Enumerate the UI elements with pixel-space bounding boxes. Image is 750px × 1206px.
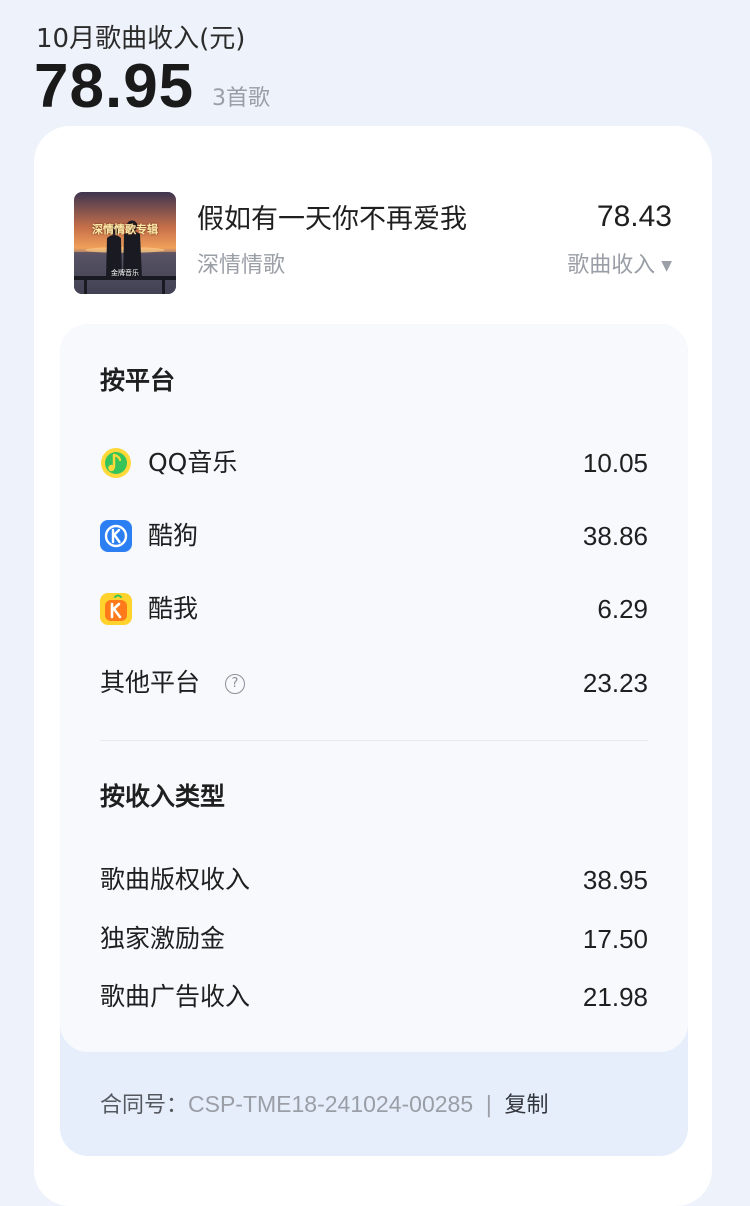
income-type-dropdown[interactable]: 歌曲收入 ▼ <box>567 251 672 281</box>
income-detail-panel: 按平台 QQ音乐 10.05 酷狗 38.86 酷我 6.29 其他平台 ? 2… <box>60 324 688 1156</box>
platform-value: 23.23 <box>582 668 648 698</box>
contract-separator: | <box>485 1093 493 1118</box>
by-platform-heading: 按平台 <box>100 366 176 395</box>
album-cover-subtitle: 金牌音乐 <box>111 269 139 277</box>
qq-music-icon <box>101 448 131 478</box>
contract-info: 合同号：CSP-TME18-241024-00285 | 复制 <box>100 1088 549 1122</box>
income-type-row: 歌曲版权收入 38.95 <box>100 860 648 900</box>
platform-value: 6.29 <box>597 594 648 624</box>
income-type-name: 歌曲版权收入 <box>100 865 251 894</box>
platform-row-other: 其他平台 ? 23.23 <box>100 663 648 703</box>
income-type-row: 独家激励金 17.50 <box>100 919 648 959</box>
dropdown-label: 歌曲收入 <box>567 253 656 278</box>
help-circle-icon[interactable]: ? <box>225 674 245 694</box>
income-period-title: 10月歌曲收入(元) <box>36 24 246 54</box>
income-type-value: 17.50 <box>582 924 648 954</box>
song-count: 3首歌 <box>212 86 270 111</box>
album-cover[interactable]: 深情情歌专辑 金牌音乐 <box>74 192 176 294</box>
income-type-row: 歌曲广告收入 21.98 <box>100 977 648 1017</box>
income-type-value: 38.95 <box>582 865 648 895</box>
platform-name: 酷狗 <box>148 521 199 550</box>
section-divider <box>100 740 648 741</box>
income-type-name: 歌曲广告收入 <box>100 982 251 1011</box>
platform-row-kugou: 酷狗 38.86 <box>100 516 648 556</box>
income-type-value: 21.98 <box>582 982 648 1012</box>
by-income-type-heading: 按收入类型 <box>100 782 226 811</box>
platform-value: 10.05 <box>582 448 648 478</box>
kugou-icon <box>100 520 132 552</box>
platform-value: 38.86 <box>582 521 648 551</box>
caret-down-icon: ▼ <box>661 258 672 274</box>
platform-name: 酷我 <box>148 594 199 623</box>
kuwo-icon <box>100 593 132 625</box>
income-type-name: 独家激励金 <box>100 924 226 953</box>
platform-name: QQ音乐 <box>148 448 238 477</box>
platform-name: 其他平台 <box>100 668 201 697</box>
song-income-amount: 78.43 <box>596 200 672 233</box>
contract-number: CSP-TME18-241024-00285 <box>188 1091 474 1117</box>
album-cover-image <box>74 192 176 294</box>
album-name: 深情情歌 <box>197 253 286 278</box>
platform-row-qq-music: QQ音乐 10.05 <box>100 443 648 483</box>
song-income-card: 深情情歌专辑 金牌音乐 假如有一天你不再爱我 深情情歌 78.43 歌曲收入 ▼ … <box>34 126 712 1206</box>
copy-button[interactable]: 复制 <box>505 1093 549 1118</box>
contract-label: 合同号： <box>100 1093 189 1118</box>
income-breakdown: 按平台 QQ音乐 10.05 酷狗 38.86 酷我 6.29 其他平台 ? 2… <box>60 324 688 1052</box>
platform-row-kuwo: 酷我 6.29 <box>100 589 648 629</box>
total-income-amount: 78.95 <box>34 52 195 121</box>
album-cover-title: 深情情歌专辑 <box>92 223 158 236</box>
song-title: 假如有一天你不再爱我 <box>197 204 467 235</box>
